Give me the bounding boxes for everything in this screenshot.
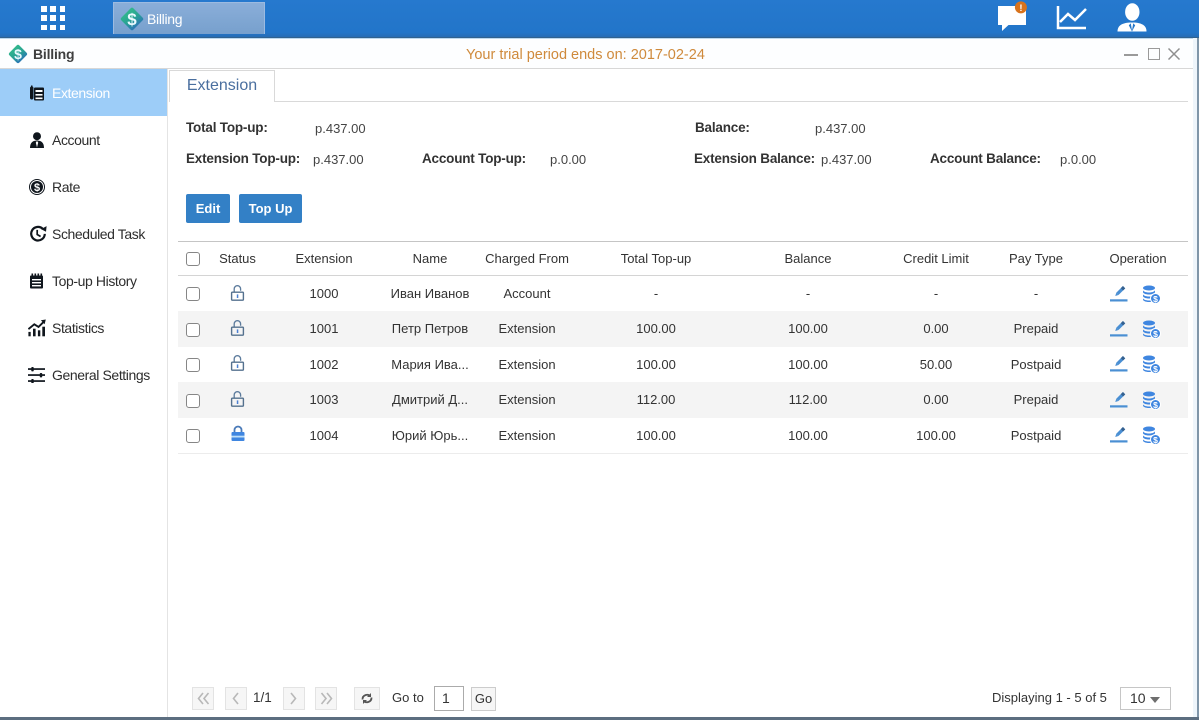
svg-text:$: $ (1153, 329, 1158, 339)
svg-text:!: ! (1019, 3, 1022, 14)
svg-text:$: $ (1153, 435, 1158, 445)
svg-text:$: $ (1153, 294, 1158, 304)
svg-text:$: $ (34, 182, 40, 194)
svg-text:$: $ (1153, 400, 1158, 410)
svg-text:$: $ (14, 46, 22, 62)
svg-text:$: $ (1153, 364, 1158, 374)
svg-text:$: $ (127, 10, 137, 29)
